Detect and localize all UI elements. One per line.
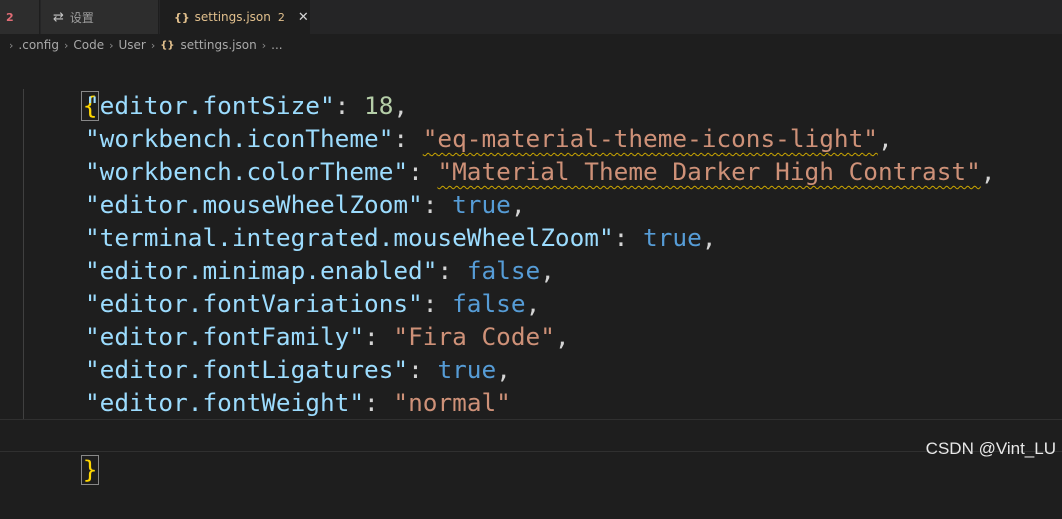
colon: : xyxy=(408,355,438,384)
json-braces-icon: {} xyxy=(160,39,175,51)
colon: : xyxy=(437,256,467,285)
json-value: "Fira Code" xyxy=(393,322,555,351)
close-icon[interactable]: ✕ xyxy=(298,10,309,25)
breadcrumb: › .config › Code › User › {} settings.js… xyxy=(0,34,1062,56)
tab-label: settings.json xyxy=(194,10,271,24)
code-line-open[interactable]: { xyxy=(22,56,100,121)
json-key: "editor.fontLigatures" xyxy=(85,355,409,384)
breadcrumb-item[interactable]: settings.json xyxy=(181,38,257,52)
comma: , xyxy=(701,223,717,252)
comma: , xyxy=(877,124,893,153)
json-value: true xyxy=(643,223,702,252)
comma: , xyxy=(525,289,541,318)
code-line[interactable]: "editor.fontFamily": "Fira Code", xyxy=(85,320,570,353)
breadcrumb-item[interactable]: User xyxy=(119,38,146,52)
close-brace: } xyxy=(80,455,100,485)
code-line[interactable]: "terminal.integrated.mouseWheelZoom": tr… xyxy=(85,221,716,254)
breadcrumb-item[interactable]: Code xyxy=(73,38,104,52)
chevron-right-icon: › xyxy=(109,38,114,52)
json-key: "editor.fontWeight" xyxy=(85,388,365,417)
json-key: "editor.fontSize" xyxy=(85,91,335,120)
json-key: "workbench.colorTheme" xyxy=(85,157,409,186)
comma: , xyxy=(510,190,526,219)
comma: , xyxy=(540,256,555,285)
colon: : xyxy=(408,157,438,186)
code-line[interactable]: "editor.fontWeight": "normal" xyxy=(85,386,511,419)
code-line[interactable]: "editor.fontLigatures": true, xyxy=(85,353,511,386)
json-value: false xyxy=(452,289,526,318)
comma: , xyxy=(496,355,511,384)
comma: , xyxy=(554,322,570,351)
json-braces-icon: {} xyxy=(174,10,190,24)
code-line[interactable]: "editor.fontVariations": false, xyxy=(85,287,540,320)
comma: , xyxy=(980,157,996,186)
tab-settings[interactable]: ⇄ 设置 xyxy=(41,0,159,34)
settings-icon: ⇄ xyxy=(53,9,64,25)
code-line[interactable]: "editor.fontSize": 18, xyxy=(85,89,408,122)
tab-label: 设置 xyxy=(69,10,94,25)
tab-settings-json[interactable]: {} settings.json 2 ✕ xyxy=(160,0,310,34)
chevron-right-icon: › xyxy=(261,38,267,52)
colon: : xyxy=(422,289,453,318)
colon: : xyxy=(334,91,365,120)
json-key: "workbench.iconTheme" xyxy=(85,124,394,153)
chevron-right-icon: › xyxy=(9,38,14,52)
code-line[interactable]: "workbench.colorTheme": "Material Theme … xyxy=(85,155,995,188)
comma: , xyxy=(393,91,409,120)
watermark: CSDN @Vint_LU xyxy=(925,439,1056,458)
tab-problems-count[interactable]: 2 xyxy=(0,0,40,34)
json-key: "editor.mouseWheelZoom" xyxy=(85,190,423,219)
chevron-right-icon: › xyxy=(150,38,156,52)
tab-bar: 2 ⇄ 设置 {} settings.json 2 ✕ xyxy=(0,0,1062,34)
colon: : xyxy=(364,388,394,417)
tab-badge: 2 xyxy=(6,10,14,24)
code-editor[interactable]: { "editor.fontSize": 18, "workbench.iconT… xyxy=(0,56,1062,485)
json-key: "terminal.integrated.mouseWheelZoom" xyxy=(85,223,614,252)
json-value: "normal" xyxy=(393,388,511,417)
json-value: "Material Theme Darker High Contrast" xyxy=(437,157,981,186)
json-value: true xyxy=(437,355,497,384)
colon: : xyxy=(422,190,453,219)
json-key: "editor.minimap.enabled" xyxy=(85,256,438,285)
json-value: "eq-material-theme-icons-light" xyxy=(422,124,878,153)
colon: : xyxy=(393,124,423,153)
code-line[interactable]: "editor.mouseWheelZoom": true, xyxy=(85,188,526,221)
code-line[interactable]: "editor.minimap.enabled": false, xyxy=(85,254,555,287)
colon: : xyxy=(613,223,644,252)
json-value: false xyxy=(466,256,541,285)
breadcrumb-item[interactable]: .config xyxy=(18,38,59,52)
json-value: 18 xyxy=(364,91,394,120)
json-key: "editor.fontVariations" xyxy=(85,289,423,318)
code-line-close[interactable]: } xyxy=(0,419,1062,485)
tab-badge: 2 xyxy=(277,10,285,24)
colon: : xyxy=(364,322,394,351)
chevron-right-icon: › xyxy=(63,38,69,52)
breadcrumb-item[interactable]: ... xyxy=(271,38,282,52)
code-line[interactable]: "workbench.iconTheme": "eq-material-them… xyxy=(85,122,893,155)
json-value: true xyxy=(452,190,511,219)
json-key: "editor.fontFamily" xyxy=(85,322,365,351)
